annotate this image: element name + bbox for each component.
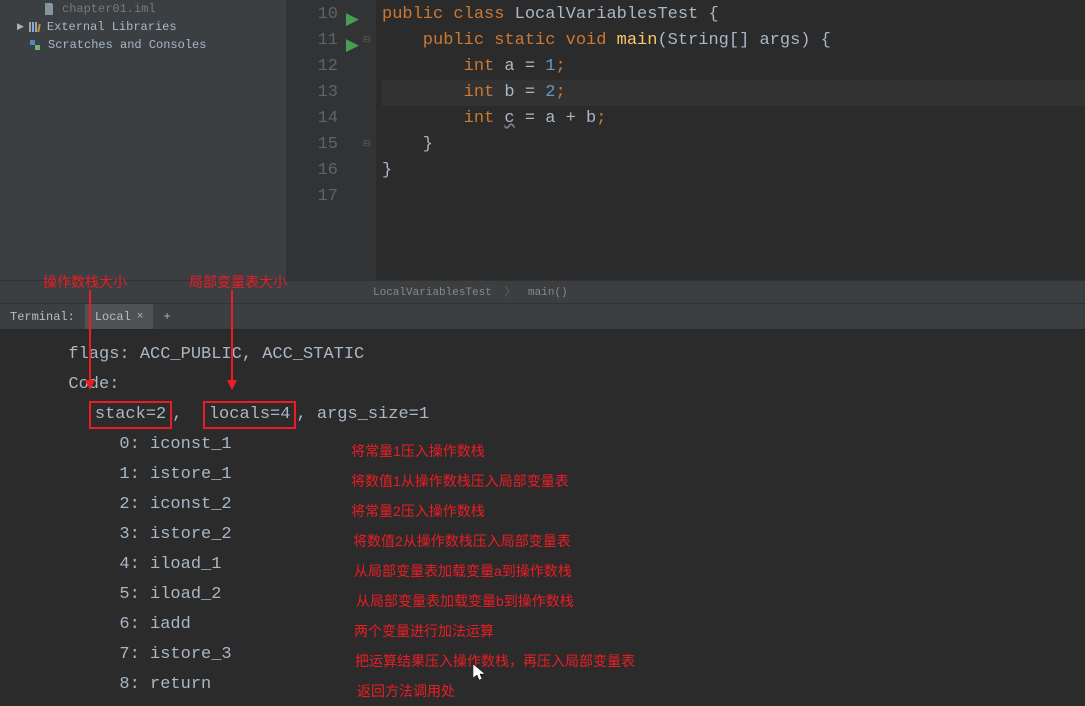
arrow-locals: [222, 290, 242, 390]
close-icon[interactable]: ×: [137, 311, 144, 323]
annotation-stack: 操作数栈大小: [43, 272, 127, 292]
file-icon: [42, 2, 56, 16]
add-tab-button[interactable]: +: [153, 310, 180, 324]
tree-item-file[interactable]: chapter01.iml: [0, 0, 286, 18]
tree-label: External Libraries: [47, 20, 177, 34]
bytecode-instruction: 1: istore_1将数值1从操作数栈压入局部变量表: [48, 460, 1085, 490]
code-line[interactable]: int b = 2;: [382, 80, 1085, 106]
gutter: 10▶11▶121314151617: [287, 0, 362, 280]
arrow-stack: [80, 290, 100, 390]
fold-icon[interactable]: ⊟: [363, 35, 371, 45]
line-number: 15: [287, 132, 362, 158]
breadcrumb-class[interactable]: LocalVariablesTest: [373, 287, 492, 299]
scratch-icon: [28, 38, 42, 52]
tree-item-libraries[interactable]: ▶ External Libraries: [0, 18, 286, 36]
bytecode-instruction: 6: iadd两个变量进行加法运算: [48, 610, 1085, 640]
code-line[interactable]: }: [382, 132, 1085, 158]
redbox-stack: stack=2: [89, 401, 172, 429]
bytecode-instruction: 7: istore_3把运算结果压入操作数栈，再压入局部变量表: [48, 640, 1085, 670]
cursor-icon: [473, 664, 489, 682]
bytecode-instruction: 2: iconst_2将常量2压入操作数栈: [48, 490, 1085, 520]
terminal-line: flags: ACC_PUBLIC, ACC_STATIC: [48, 340, 1085, 370]
project-sidebar: chapter01.iml ▶ External Libraries Scrat…: [0, 0, 287, 280]
tree-label: Scratches and Consoles: [48, 38, 206, 52]
line-number: 10▶: [287, 2, 362, 28]
redbox-locals: locals=4: [203, 401, 297, 429]
fold-column: ⊟⊟: [362, 0, 376, 280]
line-number: 11▶: [287, 28, 362, 54]
line-number: 12: [287, 54, 362, 80]
bytecode-instruction: 0: iconst_1将常量1压入操作数栈: [48, 430, 1085, 460]
fold-icon[interactable]: ⊟: [363, 139, 371, 149]
code-line[interactable]: [382, 184, 1085, 210]
code-line[interactable]: public static void main(String[] args) {: [382, 28, 1085, 54]
chevron-right-icon: ▶: [17, 22, 24, 32]
tool-window-tabs: Terminal: Local × +: [0, 304, 1085, 330]
bytecode-instruction: 8: return返回方法调用处: [48, 670, 1085, 700]
line-number: 13: [287, 80, 362, 106]
code-editor[interactable]: 10▶11▶121314151617 ⊟⊟ public class Local…: [287, 0, 1085, 280]
library-icon: [27, 20, 41, 34]
terminal-label: Terminal:: [0, 304, 85, 329]
line-number: 16: [287, 158, 362, 184]
instruction-note: 返回方法调用处: [357, 676, 455, 706]
code-line[interactable]: }: [382, 158, 1085, 184]
bytecode-instruction: 3: istore_2将数值2从操作数栈压入局部变量表: [48, 520, 1085, 550]
code-area[interactable]: public class LocalVariablesTest { public…: [376, 0, 1085, 280]
chevron-right-icon: 〉: [504, 287, 515, 299]
code-line[interactable]: public class LocalVariablesTest {: [382, 2, 1085, 28]
code-line[interactable]: int c = a + b;: [382, 106, 1085, 132]
bytecode-instruction: 5: iload_2从局部变量表加载变量b到操作数栈: [48, 580, 1085, 610]
code-line[interactable]: int a = 1;: [382, 54, 1085, 80]
tree-item-scratches[interactable]: Scratches and Consoles: [0, 36, 286, 54]
tree-label: chapter01.iml: [62, 2, 156, 16]
terminal-line: Code:: [48, 370, 1085, 400]
terminal-line-stack: stack=2, locals=4, args_size=1: [48, 400, 1085, 430]
line-number: 17: [287, 184, 362, 210]
terminal-output[interactable]: flags: ACC_PUBLIC, ACC_STATIC Code: stac…: [0, 330, 1085, 688]
line-number: 14: [287, 106, 362, 132]
bytecode-instruction: 4: iload_1从局部变量表加载变量a到操作数栈: [48, 550, 1085, 580]
breadcrumb[interactable]: LocalVariablesTest 〉 main(): [0, 280, 1085, 304]
breadcrumb-method[interactable]: main(): [528, 287, 568, 299]
annotation-locals: 局部变量表大小: [189, 272, 287, 292]
